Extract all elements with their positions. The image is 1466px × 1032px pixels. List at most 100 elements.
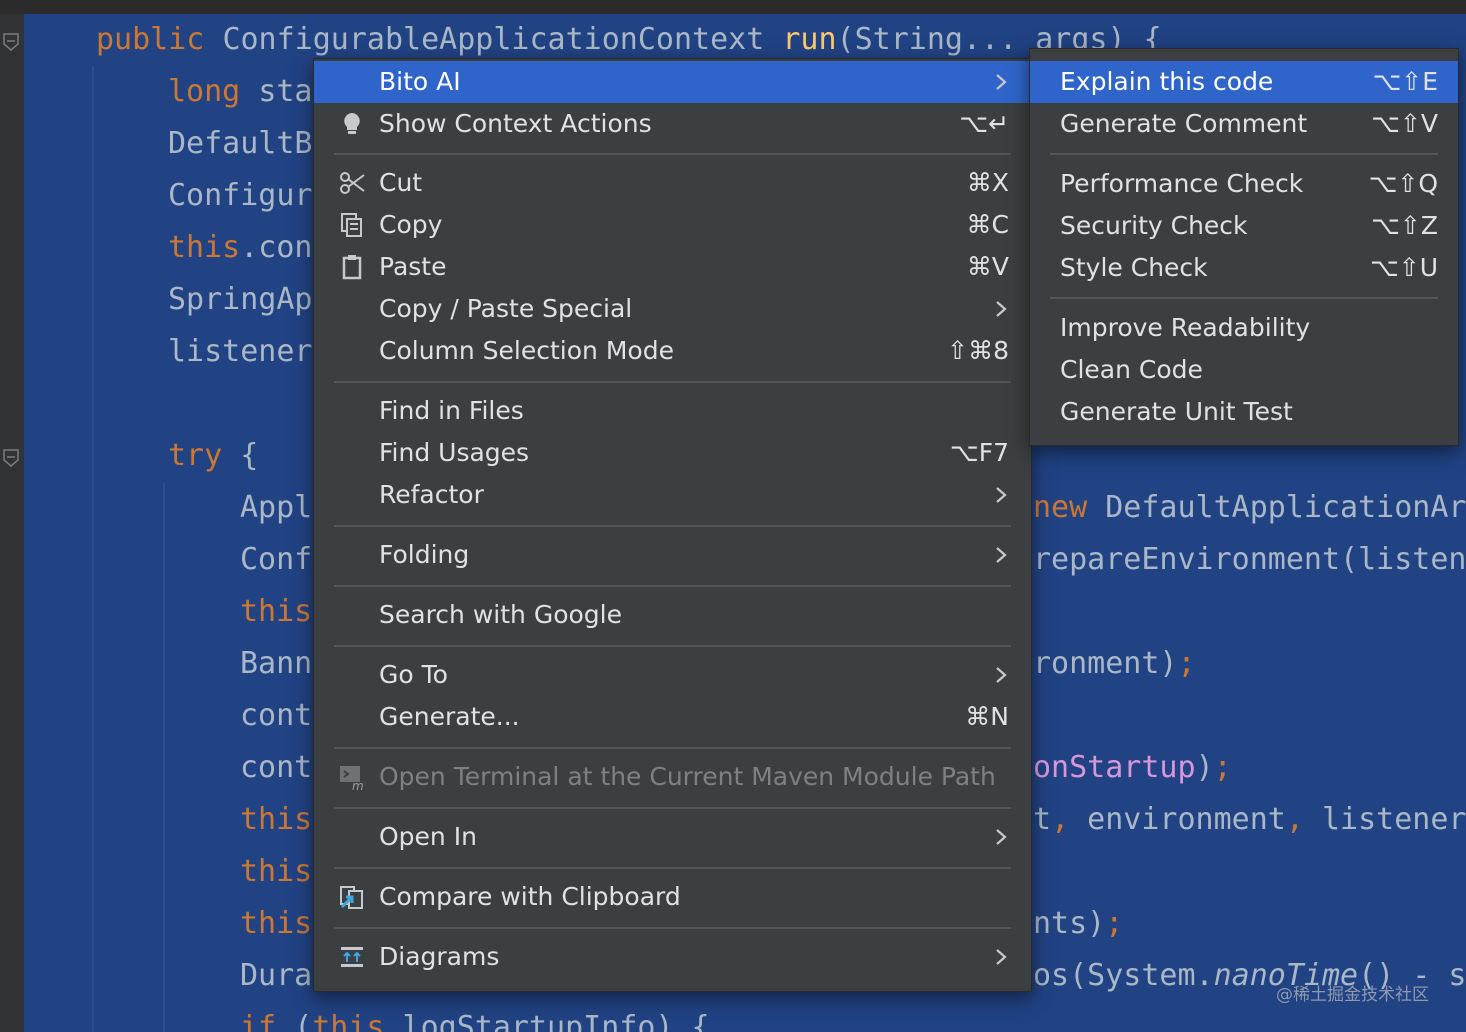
code-line: this xyxy=(240,854,313,889)
menu-item-label: Improve Readability xyxy=(1060,313,1311,342)
indent-guide xyxy=(92,66,94,1032)
menu-item-refactor[interactable]: Refactor xyxy=(314,474,1031,516)
menu-item-label: Go To xyxy=(379,660,448,689)
code-line: Appl xyxy=(240,490,313,525)
bito-ai-submenu: Explain this code ⌥⇧E Generate Comment ⌥⇧V P… xyxy=(1029,48,1459,446)
code-line: SpringAp xyxy=(168,282,313,317)
menu-separator xyxy=(334,747,1011,749)
shortcut-label: ⌥⇧U xyxy=(1369,253,1438,282)
menu-item-label: Security Check xyxy=(1060,211,1248,240)
menu-item-label: Paste xyxy=(379,252,447,281)
code-line-fragment: onStartup); xyxy=(1033,750,1232,785)
menu-item-label: Open Terminal at the Current Maven Modul… xyxy=(379,762,996,791)
menu-item-folding[interactable]: Folding xyxy=(314,534,1031,576)
menu-item-label: Refactor xyxy=(379,480,484,509)
chevron-right-icon xyxy=(996,829,1007,845)
submenu-item-generate-comment[interactable]: Generate Comment ⌥⇧V xyxy=(1030,103,1458,145)
submenu-item-explain-this-code[interactable]: Explain this code ⌥⇧E xyxy=(1030,61,1458,103)
diagram-icon xyxy=(341,947,363,967)
shortcut-label: ⌥⇧V xyxy=(1371,109,1438,138)
submenu-item-generate-unit-test[interactable]: Generate Unit Test xyxy=(1030,391,1458,433)
code-line: Conf xyxy=(240,542,313,577)
menu-separator xyxy=(334,585,1011,587)
code-line: try { xyxy=(168,438,259,473)
menu-item-find-usages[interactable]: Find Usages ⌥F7 xyxy=(314,432,1031,474)
menu-item-copy-paste-special[interactable]: Copy / Paste Special xyxy=(314,288,1031,330)
clipboard-icon xyxy=(342,255,362,280)
menu-item-label: Bito AI xyxy=(379,67,461,96)
terminal-maven-icon: m xyxy=(340,766,364,791)
submenu-item-style-check[interactable]: Style Check ⌥⇧U xyxy=(1030,247,1458,289)
code-line-fragment: t, environment, listener xyxy=(1033,802,1466,837)
menu-item-copy[interactable]: Copy ⌘C xyxy=(314,204,1031,246)
menu-item-show-context-actions[interactable]: Show Context Actions ⌥↵ xyxy=(314,103,1031,145)
menu-item-label: Open In xyxy=(379,822,477,851)
menu-item-label: Generate... xyxy=(379,702,520,731)
menu-separator xyxy=(334,153,1011,155)
code-line-fragment: nts); xyxy=(1033,906,1124,941)
menu-separator xyxy=(334,525,1011,527)
menu-item-label: Explain this code xyxy=(1060,67,1274,96)
code-line: cont xyxy=(240,698,313,733)
shortcut-label: ⌘N xyxy=(965,702,1009,731)
code-line: this.con xyxy=(168,230,313,265)
menu-item-find-in-files[interactable]: Find in Files xyxy=(314,390,1031,432)
copy-icon xyxy=(341,213,362,237)
chevron-right-icon xyxy=(996,487,1007,503)
indent-guide xyxy=(163,482,165,1032)
menu-item-label: Generate Unit Test xyxy=(1060,397,1293,426)
code-line: this xyxy=(240,906,313,941)
menu-separator xyxy=(334,867,1011,869)
fold-marker-icon[interactable] xyxy=(2,448,20,468)
submenu-item-improve-readability[interactable]: Improve Readability xyxy=(1030,307,1458,349)
code-line: Bann xyxy=(240,646,313,681)
menu-item-cut[interactable]: Cut ⌘X xyxy=(314,162,1031,204)
menu-item-diagrams[interactable]: Diagrams xyxy=(314,936,1031,978)
editor-top-bar xyxy=(0,0,1466,14)
menu-item-go-to[interactable]: Go To xyxy=(314,654,1031,696)
menu-item-label: Performance Check xyxy=(1060,169,1304,198)
menu-item-column-selection-mode[interactable]: Column Selection Mode ⇧⌘8 xyxy=(314,330,1031,372)
watermark: @稀土掘金技术社区 xyxy=(1276,985,1429,1005)
menu-item-bito-ai[interactable]: Bito AI xyxy=(314,61,1031,103)
context-menu: Bito AI Show Context Actions ⌥↵ Cut ⌘X Copy ⌘C… xyxy=(313,58,1032,992)
shortcut-label: ⌥⇧E xyxy=(1372,67,1438,96)
shortcut-label: ⌥⇧Z xyxy=(1371,211,1438,240)
chevron-right-icon xyxy=(996,547,1007,563)
editor-gutter xyxy=(0,14,24,1032)
menu-item-search-with-google[interactable]: Search with Google xyxy=(314,594,1031,636)
menu-item-paste[interactable]: Paste ⌘V xyxy=(314,246,1031,288)
code-line: Configur xyxy=(168,178,313,213)
fold-marker-icon[interactable] xyxy=(2,32,20,52)
menu-separator xyxy=(334,645,1011,647)
menu-item-compare-with-clipboard[interactable]: Compare with Clipboard xyxy=(314,876,1031,918)
code-line: listener xyxy=(168,334,313,369)
menu-item-label: Cut xyxy=(379,168,423,197)
code-line: if (this.logStartupInfo) { xyxy=(240,1010,710,1032)
menu-item-label: Folding xyxy=(379,540,470,569)
code-line: Dura xyxy=(240,958,313,993)
code-line: this xyxy=(240,594,313,629)
menu-separator xyxy=(1050,297,1438,299)
submenu-item-performance-check[interactable]: Performance Check ⌥⇧Q xyxy=(1030,163,1458,205)
shortcut-label: ⇧⌘8 xyxy=(947,336,1009,365)
menu-item-label: Find in Files xyxy=(379,396,524,425)
menu-item-label: Find Usages xyxy=(379,438,530,467)
menu-item-label: Clean Code xyxy=(1060,355,1203,384)
submenu-item-security-check[interactable]: Security Check ⌥⇧Z xyxy=(1030,205,1458,247)
menu-item-label: Compare with Clipboard xyxy=(379,882,681,911)
lightbulb-icon xyxy=(344,113,360,134)
menu-item-open-in[interactable]: Open In xyxy=(314,816,1031,858)
menu-item-label: Generate Comment xyxy=(1060,109,1308,138)
chevron-right-icon xyxy=(996,667,1007,683)
svg-text:m: m xyxy=(352,779,364,791)
menu-separator xyxy=(1050,153,1438,155)
menu-item-label: Copy xyxy=(379,210,443,239)
submenu-item-clean-code[interactable]: Clean Code xyxy=(1030,349,1458,391)
chevron-right-icon xyxy=(996,949,1007,965)
menu-item-generate[interactable]: Generate... ⌘N xyxy=(314,696,1031,738)
menu-item-label: Show Context Actions xyxy=(379,109,652,138)
code-line-fragment: ronment); xyxy=(1033,646,1196,681)
shortcut-label: ⌥↵ xyxy=(959,109,1009,138)
menu-item-label: Search with Google xyxy=(379,600,622,629)
